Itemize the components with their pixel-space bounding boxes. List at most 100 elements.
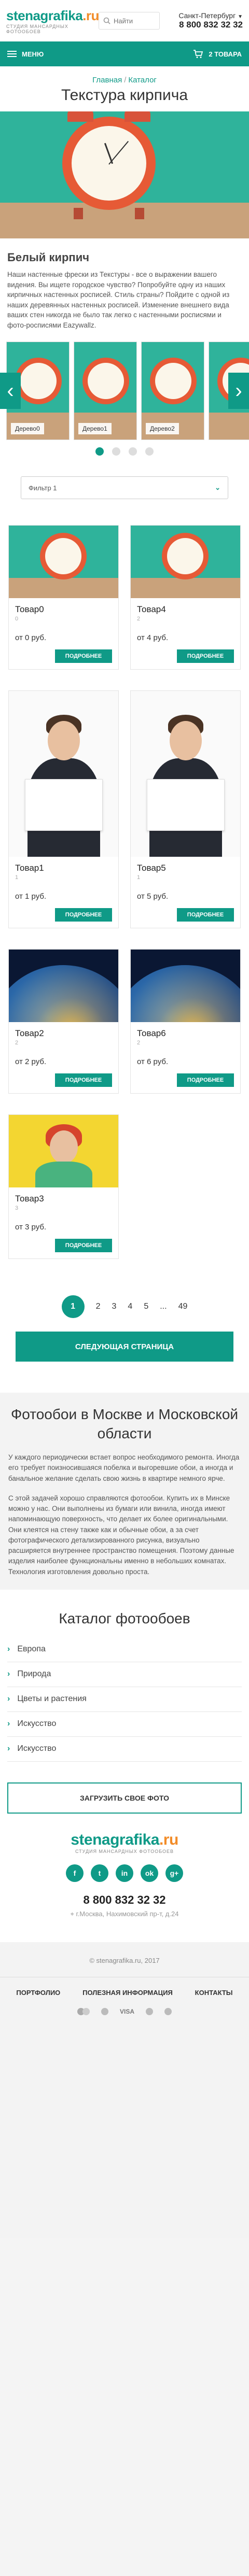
slide-label: Дерево2 (146, 423, 179, 435)
site-header: stenagrafika.ru студия мансардных фотооб… (0, 0, 249, 41)
details-button[interactable]: ПОДРОБНЕЕ (177, 649, 234, 663)
catalog-item[interactable]: › Искусство (7, 1737, 242, 1762)
cart-button[interactable]: 2 ТОВАРА (193, 49, 242, 59)
product-image[interactable] (9, 691, 118, 857)
logo-text: stenagrafika.ru (6, 7, 99, 23)
product-card[interactable]: Товар0 0 от 0 руб. ПОДРОБНЕЕ (8, 525, 119, 670)
footer-nav: ПОРТФОЛИО ПОЛЕЗНАЯ ИНФОРМАЦИЯ КОНТАКТЫ (0, 1977, 249, 2008)
search-box[interactable] (99, 12, 160, 30)
catalog-item[interactable]: › Цветы и растения (7, 1687, 242, 1712)
details-button[interactable]: ПОДРОБНЕЕ (55, 908, 112, 922)
footer-link-info[interactable]: ПОЛЕЗНАЯ ИНФОРМАЦИЯ (82, 1989, 173, 1997)
yandex-money-icon (164, 2007, 172, 2015)
slider-prev-arrow-icon[interactable]: ‹ (0, 373, 21, 409)
slider-dot[interactable] (145, 447, 154, 456)
slider-dot[interactable] (95, 447, 104, 456)
product-image[interactable] (9, 1115, 118, 1188)
city-selector[interactable]: Санкт-Петербург ▼ (178, 11, 243, 20)
odnoklassniki-icon[interactable]: ok (141, 1864, 158, 1882)
slider-next-arrow-icon[interactable]: › (228, 373, 249, 409)
catalog-item[interactable]: › Европа (7, 1637, 242, 1662)
page-link[interactable]: 3 (112, 1302, 117, 1311)
product-card[interactable]: Товар2 2 от 2 руб. ПОДРОБНЕЕ (8, 949, 119, 1094)
visa-icon: VISA (119, 2007, 134, 2015)
slider-dot[interactable] (112, 447, 120, 456)
twitter-icon[interactable]: t (91, 1864, 108, 1882)
header-phone[interactable]: 8 800 832 32 32 (178, 20, 243, 30)
filter-value: Фильтр 1 (29, 484, 57, 492)
product-title[interactable]: Товар6 (137, 1028, 234, 1039)
details-button[interactable]: ПОДРОБНЕЕ (55, 649, 112, 663)
product-price: от 6 руб. (137, 1057, 169, 1067)
product-title[interactable]: Товар5 (137, 863, 234, 873)
breadcrumb-home[interactable]: Главная (92, 76, 122, 84)
chevron-right-icon: › (7, 1719, 10, 1729)
product-title[interactable]: Товар4 (137, 604, 234, 615)
seo-block: Фотообои в Москве и Московской области У… (0, 1393, 249, 1590)
product-title[interactable]: Товар1 (15, 863, 112, 873)
product-code: 3 (15, 1205, 19, 1212)
slide[interactable]: Дерево1 (74, 342, 137, 441)
footer-link-portfolio[interactable]: ПОРТФОЛИО (16, 1989, 60, 1997)
product-image[interactable] (9, 950, 118, 1023)
webmoney-icon (101, 2007, 108, 2015)
footer-phone[interactable]: 8 800 832 32 32 (0, 1893, 249, 1907)
hamburger-icon (7, 51, 17, 57)
slide[interactable]: Дерево2 (141, 342, 204, 441)
product-code: 1 (137, 874, 141, 881)
product-card[interactable]: Товар1 1 от 1 руб. ПОДРОБНЕЕ (8, 690, 119, 929)
page-link[interactable]: 5 (144, 1302, 148, 1311)
product-title[interactable]: Товар3 (15, 1194, 112, 1204)
cart-icon (193, 50, 203, 58)
product-card[interactable]: Товар3 3 от 3 руб. ПОДРОБНЕЕ (8, 1114, 119, 1259)
mastercard-icon (77, 2007, 90, 2015)
product-price: от 1 руб. (15, 892, 47, 901)
product-title[interactable]: Товар2 (15, 1028, 112, 1039)
upload-photo-button[interactable]: ЗАГРУЗИТЬ СВОЕ ФОТО (7, 1782, 242, 1814)
location-pin-icon: ⌖ (70, 1909, 74, 1918)
facebook-icon[interactable]: f (66, 1864, 84, 1882)
seo-paragraph: С этой задачей хорошо справляются фотооб… (8, 1494, 234, 1576)
details-button[interactable]: ПОДРОБНЕЕ (177, 1073, 234, 1087)
footer-link-contacts[interactable]: КОНТАКТЫ (195, 1989, 233, 1997)
page-link[interactable]: 4 (128, 1302, 132, 1311)
catalog-item[interactable]: › Природа (7, 1662, 242, 1687)
menu-button[interactable]: МЕНЮ (7, 50, 44, 58)
copyright: © stenagrafika.ru, 2017 (0, 1957, 249, 1977)
social-links: f t in ok g+ (0, 1864, 249, 1882)
product-title[interactable]: Товар0 (15, 604, 112, 615)
search-icon[interactable] (103, 17, 110, 24)
breadcrumb-catalog[interactable]: Каталог (128, 76, 157, 84)
product-card[interactable]: Товар5 1 от 5 руб. ПОДРОБНЕЕ (130, 690, 241, 929)
product-card[interactable]: Товар6 2 от 6 руб. ПОДРОБНЕЕ (130, 949, 241, 1094)
section-title: Белый кирпич (7, 251, 90, 264)
search-input[interactable] (114, 17, 155, 25)
product-code: 2 (137, 1040, 141, 1046)
product-image[interactable] (131, 691, 240, 857)
product-image[interactable] (131, 950, 240, 1023)
details-button[interactable]: ПОДРОБНЕЕ (55, 1073, 112, 1087)
details-button[interactable]: ПОДРОБНЕЕ (177, 908, 234, 922)
instagram-icon[interactable]: in (116, 1864, 133, 1882)
chevron-down-icon: ▼ (238, 14, 243, 20)
next-page-button[interactable]: СЛЕДУЮЩАЯ СТРАНИЦА (16, 1332, 233, 1362)
filter-select[interactable]: Фильтр 1 ⌄ (21, 476, 228, 500)
google-plus-icon[interactable]: g+ (165, 1864, 183, 1882)
page-link[interactable]: 2 (96, 1302, 101, 1311)
product-card[interactable]: Товар4 2 от 4 руб. ПОДРОБНЕЕ (130, 525, 241, 670)
product-image[interactable] (9, 526, 118, 599)
page-link-active[interactable]: 1 (61, 1295, 85, 1319)
page: stenagrafika.ru студия мансардных фотооб… (0, 0, 249, 2238)
page-link[interactable]: 49 (178, 1302, 188, 1311)
page-title: Текстура кирпича (61, 87, 188, 104)
footer-logo[interactable]: stenagrafika.ru студия мансардных фотооб… (0, 1831, 249, 1854)
product-price: от 5 руб. (137, 892, 169, 901)
product-image[interactable] (131, 526, 240, 599)
details-button[interactable]: ПОДРОБНЕЕ (55, 1239, 112, 1253)
logo[interactable]: stenagrafika.ru студия мансардных фотооб… (6, 7, 99, 34)
slide-label: Дерево1 (78, 423, 112, 435)
catalog-list: Каталог фотообоев › Европа › Природа › Цвет… (0, 1590, 249, 1762)
catalog-item[interactable]: › Искусство (7, 1712, 242, 1737)
slider-dot[interactable] (129, 447, 137, 456)
top-navbar: МЕНЮ 2 ТОВАРА (0, 41, 249, 66)
